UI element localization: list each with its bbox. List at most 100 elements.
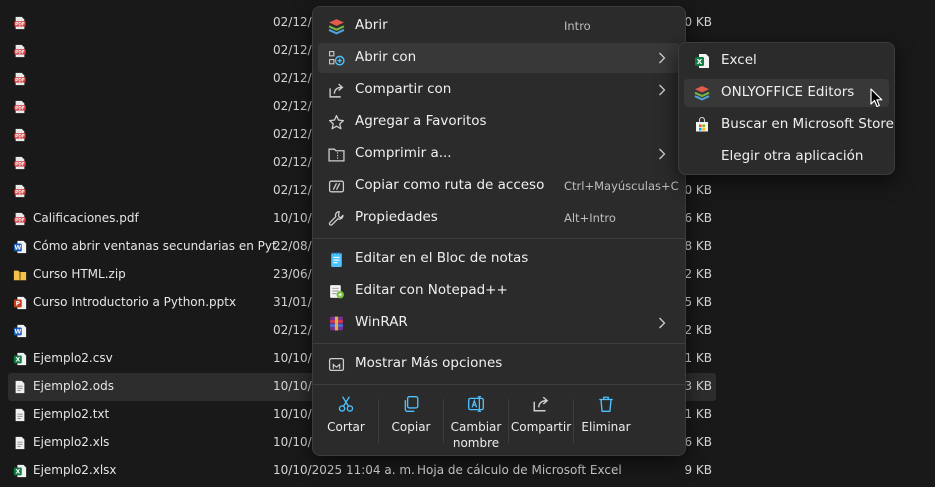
file-date: 02/12/ [273, 183, 312, 197]
share-icon [532, 395, 550, 413]
menu-item-abrir[interactable]: Abrir Intro [318, 11, 680, 41]
menu-item-shortcut: Intro [564, 19, 591, 33]
file-type: Hoja de cálculo de Microsoft Excel [417, 463, 622, 477]
menu-separator [313, 384, 685, 385]
chevron-right-icon [658, 316, 666, 330]
svg-text:PDF: PDF [15, 22, 25, 28]
svg-text:X: X [15, 469, 20, 476]
quick-action-label: Cortar [327, 420, 365, 434]
file-name: Cómo abrir ventanas secundarias en Pyt..… [33, 239, 289, 253]
mouse-cursor-icon [870, 88, 883, 108]
quick-action-label: Compartir [510, 420, 572, 434]
menu-item-agregar-a-favoritos[interactable]: Agregar a Favoritos [318, 107, 680, 137]
zip-folder-icon [13, 268, 27, 282]
submenu-item-excel[interactable]: X Excel [684, 47, 889, 75]
excel-icon: X [13, 464, 27, 478]
compress-icon [328, 146, 345, 163]
menu-item-label: WinRAR [355, 314, 408, 330]
menu-item-winrar[interactable]: WinRAR [318, 308, 680, 338]
file-name: Calificaciones.pdf [33, 211, 139, 225]
winrar-icon [328, 315, 345, 332]
submenu-item-label: Elegir otra aplicación [721, 148, 864, 164]
quick-action-label: Eliminar [581, 420, 631, 434]
share-icon [328, 82, 345, 99]
menu-item-propiedades[interactable]: Propiedades Alt+Intro [318, 203, 680, 233]
menu-item-label: Mostrar Más opciones [355, 355, 503, 371]
pdf-icon: PDF [13, 16, 27, 30]
file-name: Ejemplo2.xlsx [33, 463, 117, 477]
menu-item-comprimir-a[interactable]: Comprimir a... [318, 139, 680, 169]
pdf-icon: PDF [13, 184, 27, 198]
file-size: 1 KB [684, 407, 712, 421]
file-date: 02/12/ [273, 43, 312, 57]
more-options-icon [328, 356, 345, 373]
quick-action-cortar[interactable]: Cortar [314, 391, 378, 451]
pdf-icon: PDF [13, 128, 27, 142]
trash-icon [597, 395, 615, 413]
svg-text:X: X [697, 58, 703, 66]
file-row[interactable]: X Ejemplo2.xlsx 10/10/2025 11:04 a. m. Hoja… [0, 457, 716, 485]
copy-icon [402, 395, 420, 413]
menu-item-shortcut: Ctrl+Mayúsculas+C [564, 179, 679, 193]
document-icon [13, 436, 27, 450]
rename-icon [467, 395, 485, 413]
menu-item-editar-con-notepad[interactable]: Editar con Notepad++ [318, 276, 680, 306]
submenu-item-onlyoffice-editors[interactable]: ONLYOFFICE Editors [684, 79, 889, 107]
svg-text:PDF: PDF [15, 162, 25, 168]
file-date: 10/10/ [273, 435, 312, 449]
menu-item-copiar-como-ruta-de-acceso[interactable]: Copiar como ruta de acceso Ctrl+Mayúscula… [318, 171, 680, 201]
svg-text:PDF: PDF [15, 78, 25, 84]
file-date: 23/06/ [273, 267, 312, 281]
submenu-item-elegir-otra-aplicacion[interactable]: Elegir otra aplicación [684, 143, 889, 171]
quick-action-label: Cambiar nombre [450, 420, 502, 450]
onlyoffice-icon [694, 85, 710, 101]
powerpoint-icon: P [13, 296, 27, 310]
file-name: Curso HTML.zip [33, 267, 126, 281]
file-name: Ejemplo2.csv [33, 351, 113, 365]
menu-item-label: Comprimir a... [355, 145, 452, 161]
file-name: Ejemplo2.xls [33, 435, 110, 449]
svg-text:W: W [14, 245, 21, 252]
menu-item-label: Compartir con [355, 81, 452, 97]
submenu-item-buscar-en-microsoft-store[interactable]: Buscar en Microsoft Store [684, 111, 894, 139]
menu-item-compartir-con[interactable]: Compartir con [318, 75, 680, 105]
context-menu: Abrir Intro Abrir con Compartir con Agregar … [312, 6, 686, 456]
file-date: 10/10/ [273, 407, 312, 421]
quick-action-cambiar-nombre[interactable]: Cambiar nombre [444, 391, 508, 451]
copy-path-icon [328, 178, 345, 195]
menu-item-label: Copiar como ruta de acceso [355, 177, 545, 193]
menu-item-mostrar-mas-opciones[interactable]: Mostrar Más opciones [318, 349, 680, 379]
menu-item-editar-en-el-bloc-de-notas[interactable]: Editar en el Bloc de notas [318, 244, 680, 274]
menu-item-abrir-con[interactable]: Abrir con [318, 43, 680, 73]
file-date: 02/12/ [273, 323, 312, 337]
pdf-icon: PDF [13, 44, 27, 58]
file-date: 10/10/ [273, 351, 312, 365]
quick-action-label: Copiar [391, 420, 431, 434]
notepad-plus-plus-icon [328, 283, 345, 300]
star-icon [328, 114, 345, 131]
file-size: 3 KB [684, 379, 712, 393]
submenu-item-label: ONLYOFFICE Editors [721, 84, 855, 100]
quick-action-compartir[interactable]: Compartir [509, 391, 573, 451]
excel-icon: X [694, 53, 710, 69]
file-date: 10/10/ [273, 211, 312, 225]
svg-text:P: P [16, 301, 21, 308]
open-with-icon [328, 50, 345, 67]
submenu-item-label: Buscar en Microsoft Store [721, 116, 894, 132]
document-icon [13, 408, 27, 422]
quick-action-eliminar[interactable]: Eliminar [574, 391, 638, 451]
file-name: Curso Introductorio a Python.pptx [33, 295, 237, 309]
word-icon: W [13, 240, 27, 254]
file-date: 02/12/ [273, 99, 312, 113]
pdf-icon: PDF [13, 72, 27, 86]
file-date: 02/12/ [273, 155, 312, 169]
menu-item-shortcut: Alt+Intro [564, 211, 616, 225]
quick-action-copiar[interactable]: Copiar [379, 391, 443, 451]
svg-text:PDF: PDF [15, 134, 25, 140]
menu-item-label: Agregar a Favoritos [355, 113, 487, 129]
pdf-icon: PDF [13, 212, 27, 226]
chevron-right-icon [658, 147, 666, 161]
file-date: 02/12/ [273, 15, 312, 29]
excel-icon: X [13, 352, 27, 366]
onlyoffice-icon [328, 18, 345, 35]
